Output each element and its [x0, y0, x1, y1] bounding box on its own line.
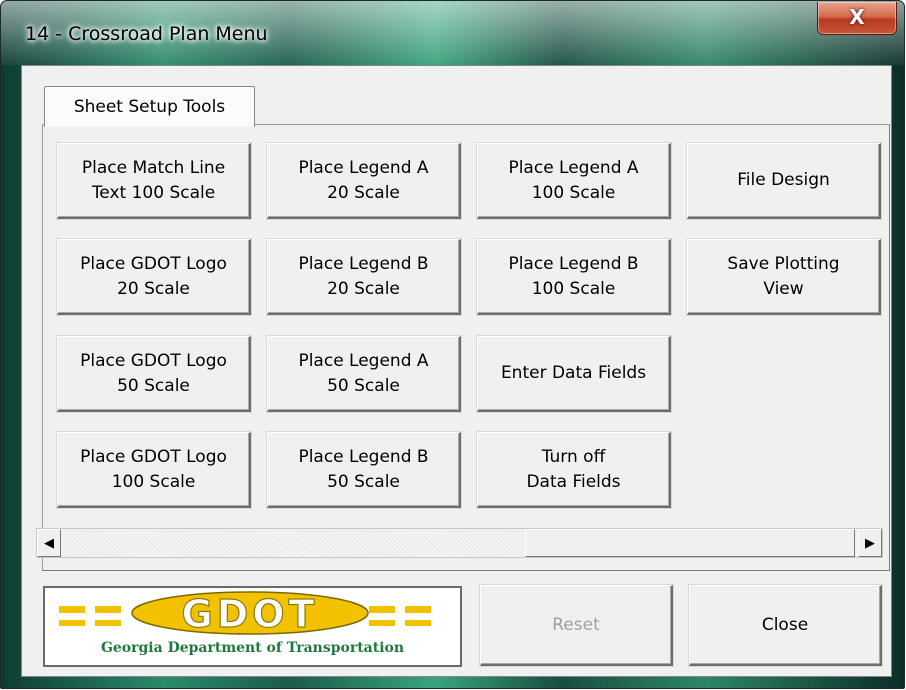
- place-gdot-logo-50-button[interactable]: Place GDOT Logo 50 Scale: [57, 336, 251, 412]
- close-button[interactable]: Close: [689, 585, 882, 666]
- scroll-right-arrow-icon[interactable]: ▶: [858, 529, 882, 557]
- place-legend-b-100-button[interactable]: Place Legend B 100 Scale: [477, 239, 671, 315]
- enter-data-fields-button[interactable]: Enter Data Fields: [477, 336, 671, 412]
- place-legend-b-50-button[interactable]: Place Legend B 50 Scale: [267, 432, 461, 508]
- file-design-button[interactable]: File Design: [687, 143, 881, 219]
- gdot-wordmark: GDOT: [182, 592, 319, 636]
- tab-sheet-setup-tools[interactable]: Sheet Setup Tools: [44, 86, 255, 127]
- dialog-body: Sheet Setup Tools Place Match Line Text …: [21, 65, 892, 677]
- place-legend-a-20-button[interactable]: Place Legend A 20 Scale: [267, 143, 461, 219]
- save-plotting-view-button[interactable]: Save Plotting View: [687, 239, 881, 315]
- window-title: 14 - Crossroad Plan Menu: [25, 23, 268, 45]
- place-match-line-text-100-button[interactable]: Place Match Line Text 100 Scale: [57, 143, 251, 219]
- turn-off-data-fields-button[interactable]: Turn off Data Fields: [477, 432, 671, 508]
- horizontal-scrollbar[interactable]: ◀ ▶: [36, 528, 883, 558]
- window-frame: 14 - Crossroad Plan Menu X Sheet Setup T…: [0, 0, 905, 689]
- place-legend-a-100-button[interactable]: Place Legend A 100 Scale: [477, 143, 671, 219]
- gdot-logo-subtitle: Georgia Department of Transportation: [100, 640, 405, 656]
- place-legend-a-50-button[interactable]: Place Legend A 50 Scale: [267, 336, 461, 412]
- gdot-logo: GDOT Georgia Department of Transportatio…: [43, 586, 462, 667]
- place-gdot-logo-100-button[interactable]: Place GDOT Logo 100 Scale: [57, 432, 251, 508]
- reset-button[interactable]: Reset: [480, 585, 673, 666]
- scrollbar-thumb[interactable]: [525, 529, 855, 557]
- scroll-left-arrow-icon[interactable]: ◀: [37, 529, 61, 557]
- place-legend-b-20-button[interactable]: Place Legend B 20 Scale: [267, 239, 461, 315]
- place-gdot-logo-20-button[interactable]: Place GDOT Logo 20 Scale: [57, 239, 251, 315]
- window-close-button[interactable]: X: [817, 2, 897, 35]
- tab-panel: Place Match Line Text 100 Scale Place Le…: [42, 124, 890, 571]
